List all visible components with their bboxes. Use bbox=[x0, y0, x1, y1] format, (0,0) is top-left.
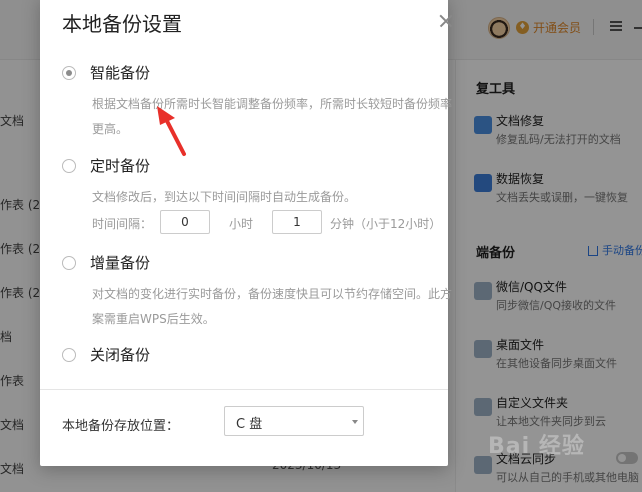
dialog-divider bbox=[40, 389, 448, 390]
interval-label: 时间间隔： bbox=[92, 217, 153, 231]
smart-backup-desc: 根据文档备份所需时长智能调整备份频率，所需时长较短时备份频率更高。 bbox=[92, 97, 453, 136]
backup-settings-dialog: 本地备份设置 智能备份 根据文档备份所需时长智能调整备份频率，所需时长较短时备份… bbox=[40, 0, 452, 466]
incremental-backup-desc: 对文档的变化进行实时备份，备份速度快且可以节约存储空间。此方案需重启WPS后生效… bbox=[92, 287, 453, 326]
dialog-title: 本地备份设置 bbox=[62, 12, 182, 36]
watermark: Bai 经验 bbox=[488, 434, 585, 459]
hours-unit: 小时 bbox=[229, 217, 254, 231]
incremental-backup-radio[interactable] bbox=[62, 256, 76, 270]
hours-input[interactable]: 0 bbox=[160, 210, 210, 234]
chevron-down-icon bbox=[352, 420, 358, 424]
backup-location-label: 本地备份存放位置： bbox=[62, 419, 180, 434]
backup-location-select[interactable]: C 盘 bbox=[224, 406, 364, 436]
scheduled-backup-radio[interactable] bbox=[62, 159, 76, 173]
close-icon[interactable] bbox=[432, 7, 460, 35]
backup-location-value: C 盘 bbox=[236, 417, 263, 432]
smart-backup-radio[interactable] bbox=[62, 66, 76, 80]
incremental-backup-label[interactable]: 增量备份 bbox=[90, 252, 150, 273]
minutes-unit: 分钟（小于12小时） bbox=[330, 217, 442, 231]
scheduled-backup-label[interactable]: 定时备份 bbox=[90, 155, 150, 176]
smart-backup-label[interactable]: 智能备份 bbox=[90, 62, 150, 83]
scheduled-backup-desc: 文档修改后，到达以下时间间隔时自动生成备份。 bbox=[92, 190, 357, 204]
disable-backup-radio[interactable] bbox=[62, 348, 76, 362]
disable-backup-label[interactable]: 关闭备份 bbox=[90, 344, 150, 365]
minutes-input[interactable]: 1 bbox=[272, 210, 322, 234]
